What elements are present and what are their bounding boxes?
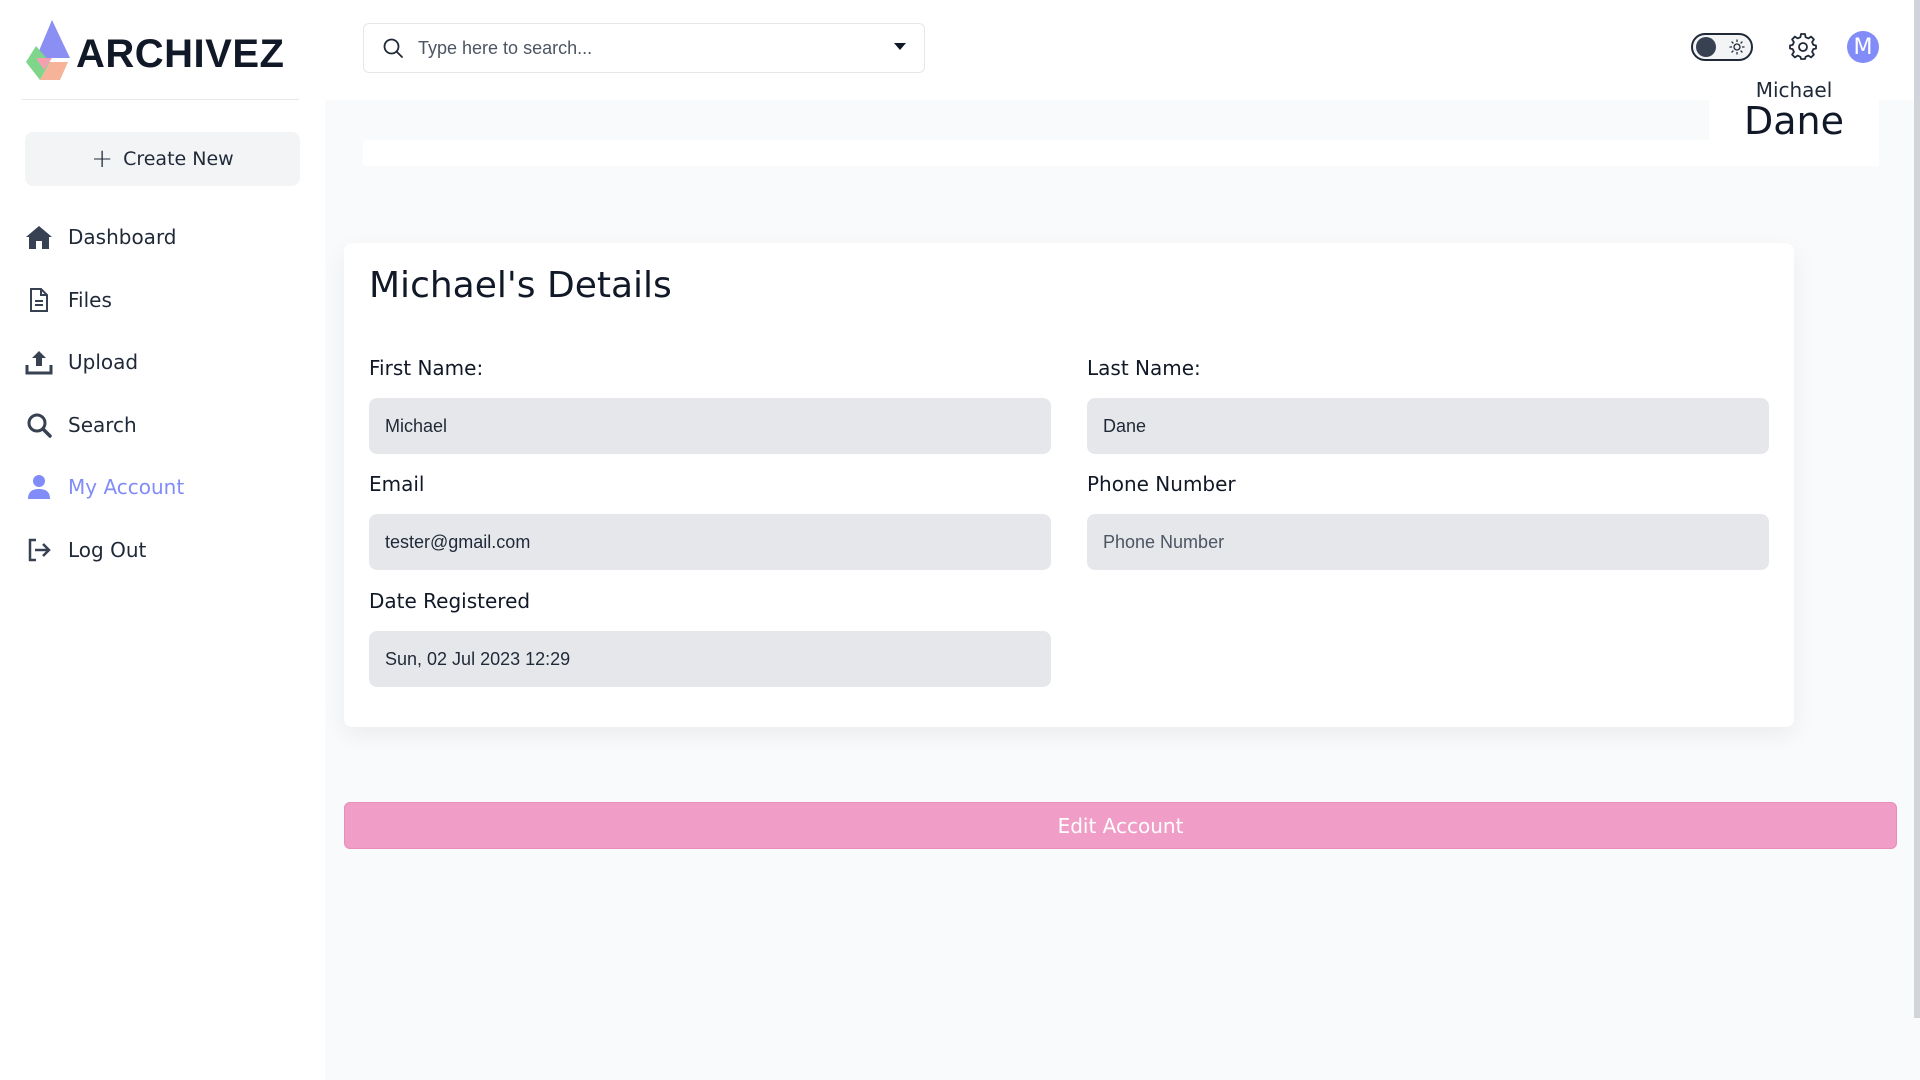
first-name-group: First Name: bbox=[369, 356, 1051, 454]
sun-icon bbox=[1729, 39, 1745, 55]
profile-first-name: Michael bbox=[1755, 80, 1833, 102]
logout-icon bbox=[24, 535, 54, 565]
last-name-label: Last Name: bbox=[1087, 356, 1201, 380]
brand-name: ARCHIVEZ bbox=[76, 31, 285, 76]
profile-name-block: Michael Dane bbox=[1709, 80, 1879, 166]
edit-account-button[interactable]: Edit Account bbox=[344, 802, 1897, 849]
last-name-field[interactable] bbox=[1087, 398, 1769, 454]
email-group: Email bbox=[369, 472, 1051, 570]
top-header: M bbox=[325, 0, 1920, 100]
sidebar-item-dashboard[interactable]: Dashboard bbox=[24, 206, 304, 269]
file-icon bbox=[24, 285, 54, 315]
sidebar-divider bbox=[22, 99, 299, 100]
theme-toggle[interactable] bbox=[1691, 33, 1753, 61]
sidebar: ARCHIVEZ + Create New Dashboard Files Up… bbox=[0, 0, 325, 1080]
upload-icon bbox=[24, 347, 54, 377]
profile-last-name: Dane bbox=[1743, 99, 1844, 143]
email-field[interactable] bbox=[369, 514, 1051, 570]
create-new-label: Create New bbox=[123, 148, 234, 170]
search-icon bbox=[383, 38, 403, 58]
sidebar-item-files[interactable]: Files bbox=[24, 269, 304, 332]
sidebar-item-search[interactable]: Search bbox=[24, 394, 304, 457]
home-icon bbox=[24, 222, 54, 252]
sidebar-nav: Dashboard Files Upload Search My Account bbox=[24, 206, 304, 581]
first-name-label: First Name: bbox=[369, 356, 484, 380]
phone-label: Phone Number bbox=[1087, 472, 1236, 496]
search-input[interactable] bbox=[418, 37, 878, 59]
account-details-card: Michael's Details First Name: Last Name:… bbox=[344, 243, 1794, 727]
first-name-field[interactable] bbox=[369, 398, 1051, 454]
search-icon bbox=[24, 410, 54, 440]
user-icon bbox=[24, 472, 54, 502]
create-new-button[interactable]: + Create New bbox=[25, 132, 300, 186]
search-bar[interactable] bbox=[363, 23, 925, 73]
page-title: Michael's Details bbox=[369, 265, 672, 306]
last-name-group: Last Name: bbox=[1087, 356, 1769, 454]
sidebar-item-upload[interactable]: Upload bbox=[24, 331, 304, 394]
logo[interactable]: ARCHIVEZ bbox=[22, 18, 284, 82]
sidebar-item-my-account[interactable]: My Account bbox=[24, 456, 304, 519]
avatar[interactable]: M bbox=[1847, 31, 1879, 63]
archivez-logo-icon bbox=[26, 20, 70, 80]
sidebar-item-label: Log Out bbox=[68, 537, 147, 562]
toggle-knob bbox=[1696, 37, 1716, 57]
date-registered-label: Date Registered bbox=[369, 589, 531, 613]
sidebar-item-label: Upload bbox=[68, 350, 139, 375]
sidebar-item-label: Search bbox=[68, 412, 137, 437]
sidebar-item-log-out[interactable]: Log Out bbox=[24, 519, 304, 582]
sidebar-item-label: My Account bbox=[68, 475, 185, 500]
date-registered-field[interactable] bbox=[369, 631, 1051, 687]
chevron-down-icon[interactable] bbox=[894, 43, 906, 50]
profile-banner bbox=[363, 140, 1878, 166]
gear-icon[interactable] bbox=[1789, 32, 1817, 60]
email-label: Email bbox=[369, 472, 425, 496]
sidebar-item-label: Dashboard bbox=[68, 225, 177, 250]
phone-group: Phone Number bbox=[1087, 472, 1769, 570]
sidebar-item-label: Files bbox=[68, 287, 112, 312]
date-registered-group: Date Registered bbox=[369, 589, 1051, 687]
phone-field[interactable] bbox=[1087, 514, 1769, 570]
plus-icon: + bbox=[91, 144, 114, 174]
scrollbar[interactable] bbox=[1914, 0, 1920, 1018]
